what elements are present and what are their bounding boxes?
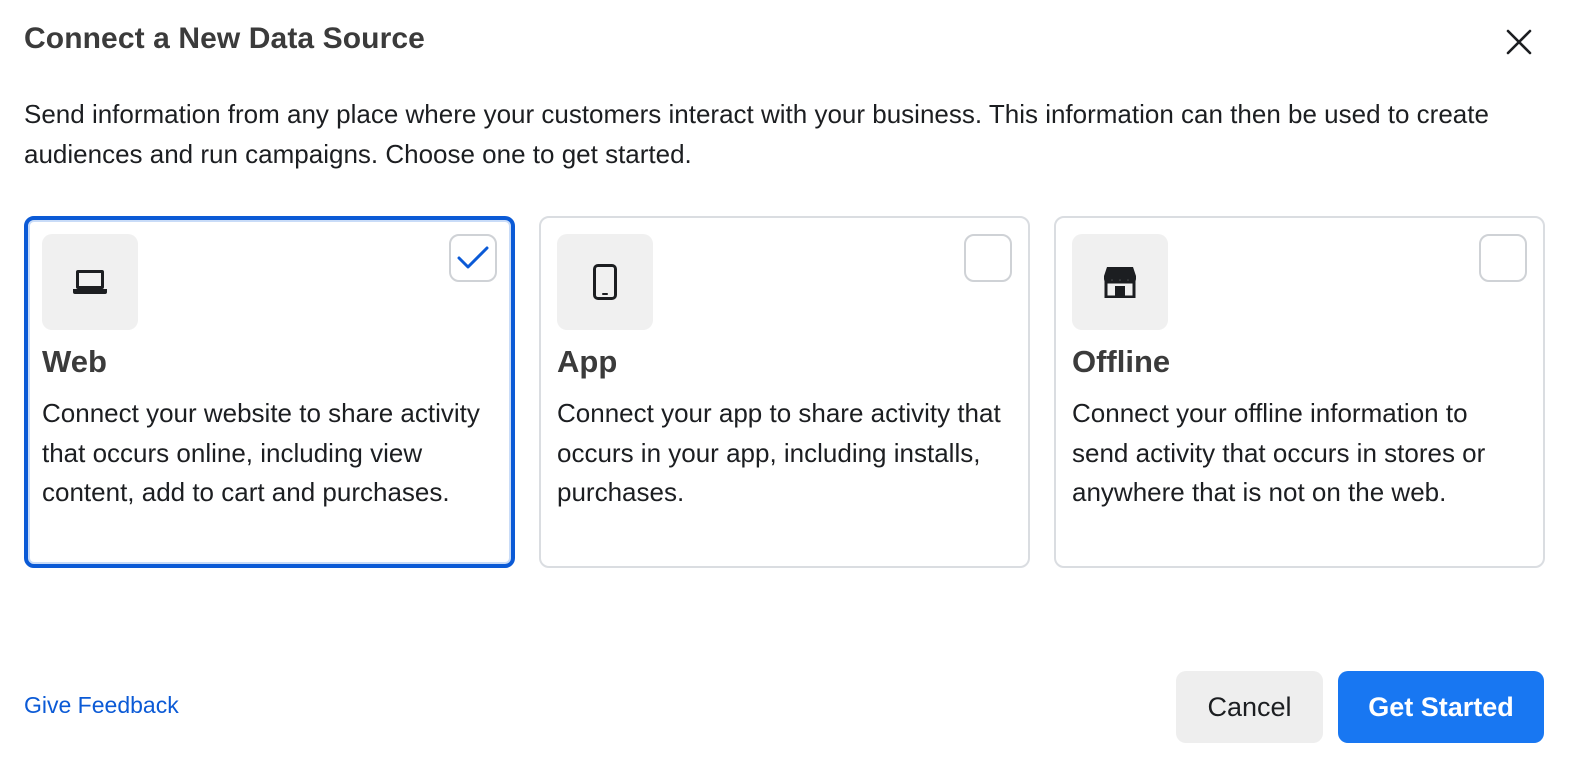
option-icon-tile [557,234,653,330]
option-card-web[interactable]: Web Connect your website to share activi… [24,216,515,568]
dialog-title: Connect a New Data Source [24,22,425,55]
mobile-phone-icon [593,264,617,300]
option-checkbox-app[interactable] [964,234,1012,282]
storefront-icon [1104,267,1136,298]
option-icon-tile [1072,234,1168,330]
option-card-offline[interactable]: Offline Connect your offline information… [1054,216,1545,568]
option-description: Connect your app to share activity that … [557,398,1001,507]
connect-data-source-dialog: Connect a New Data Source Send informati… [0,0,1584,762]
option-description: Connect your offline information to send… [1072,398,1486,507]
option-title: App [557,344,618,379]
dialog-intro: Send information from any place where yo… [24,99,1489,169]
option-checkbox-web[interactable] [449,234,497,282]
option-title: Offline [1072,344,1171,379]
option-checkbox-offline[interactable] [1479,234,1527,282]
option-title: Web [42,344,107,379]
close-icon [1506,29,1532,55]
option-card-app[interactable]: App Connect your app to share activity t… [539,216,1030,568]
laptop-icon [73,270,107,294]
cancel-button[interactable]: Cancel [1176,671,1323,743]
close-button[interactable] [1503,26,1535,58]
get-started-button[interactable]: Get Started [1338,671,1544,743]
checkmark-icon [457,246,489,269]
option-description: Connect your website to share activity t… [42,398,480,507]
option-icon-tile [42,234,138,330]
give-feedback-link[interactable]: Give Feedback [24,692,179,719]
